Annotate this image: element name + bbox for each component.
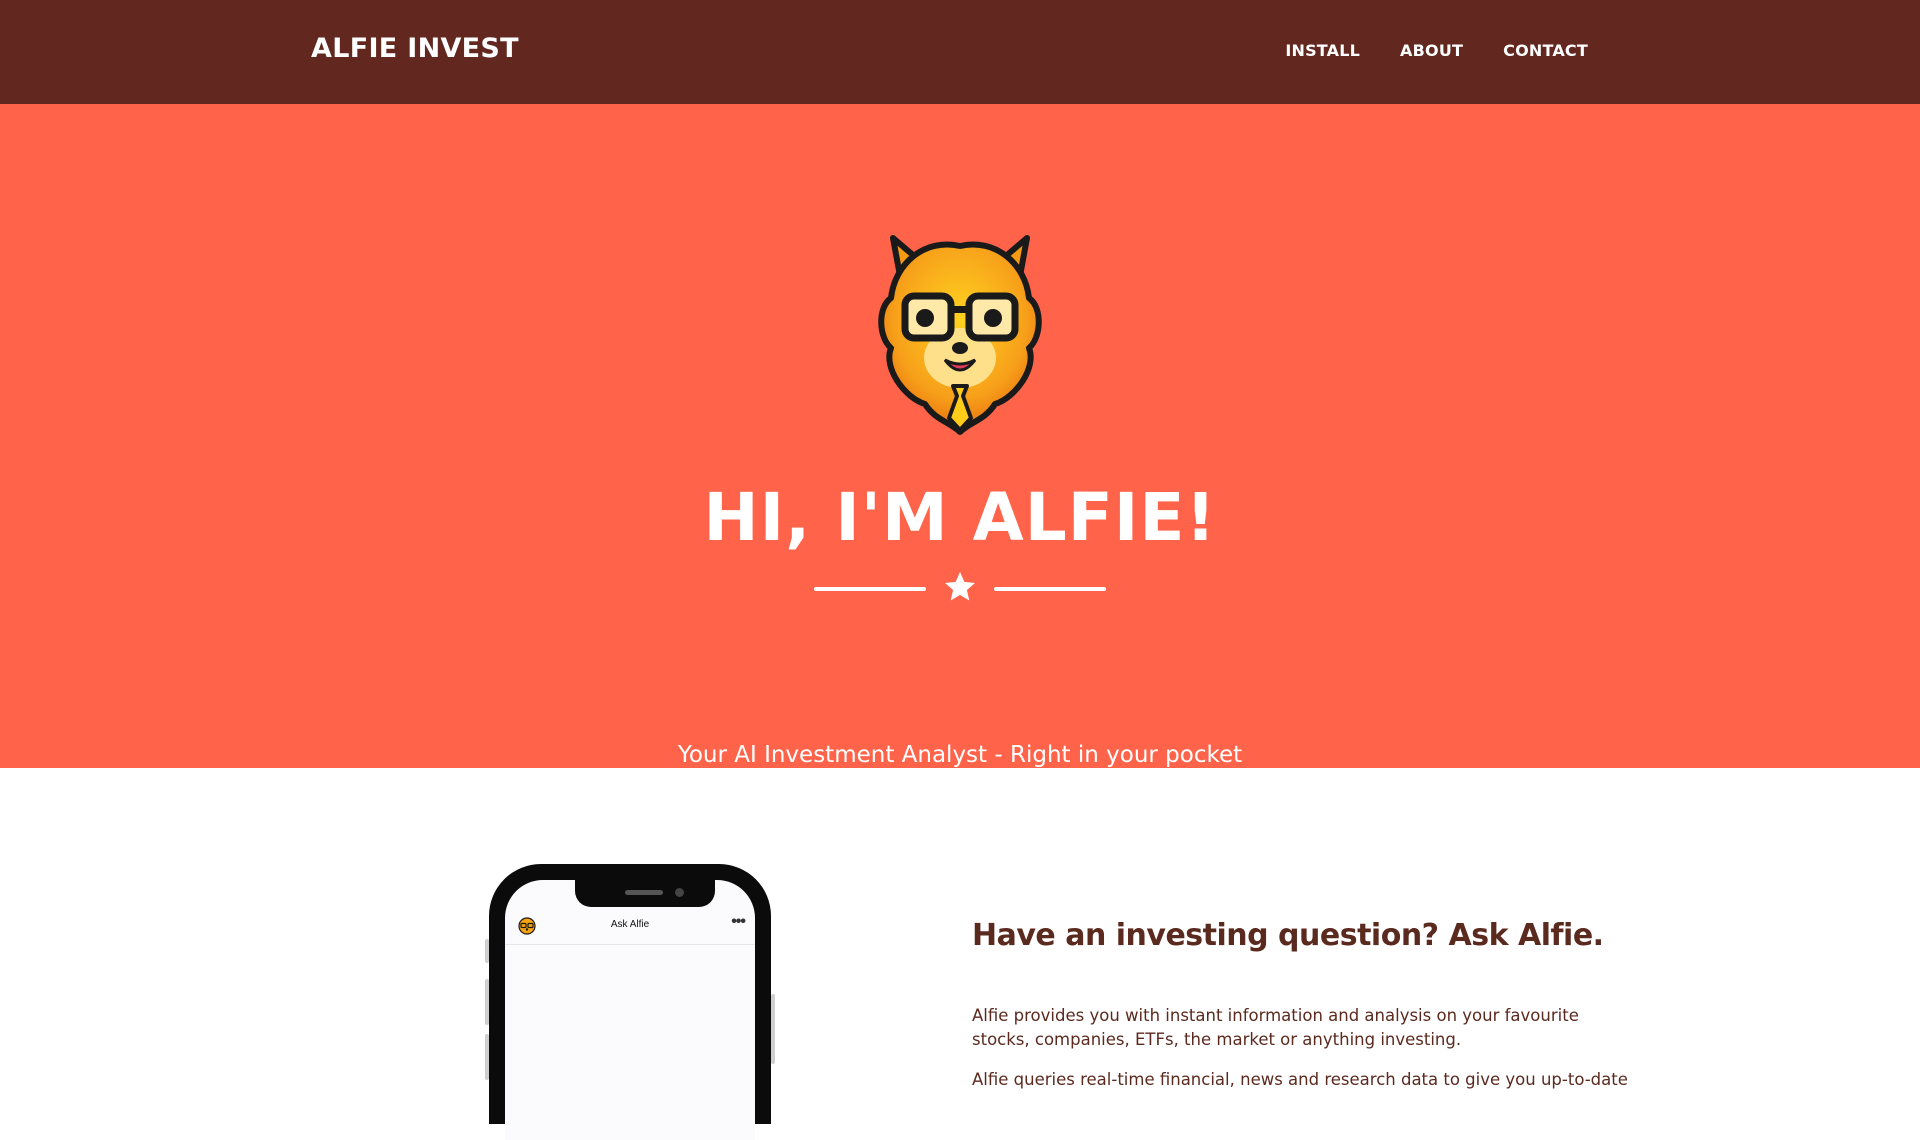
phone-side-button — [771, 994, 775, 1064]
star-icon — [945, 572, 975, 601]
hero-subtitle: Your AI Investment Analyst - Right in yo… — [677, 742, 1243, 768]
phone-screen: Ask Alfie ••• — [505, 880, 755, 1140]
divider-line-left — [814, 587, 926, 591]
hero-section: HI, I'M ALFIE! Your AI Investment Analys… — [0, 104, 1920, 768]
section-heading: Have an investing question? Ask Alfie. — [972, 918, 1604, 953]
hero-divider — [814, 565, 1106, 611]
phone-side-button — [485, 1034, 489, 1080]
more-dots-icon[interactable]: ••• — [731, 913, 746, 931]
divider-line-right — [994, 587, 1106, 591]
nav-link-about[interactable]: ABOUT — [1400, 41, 1463, 60]
phone-side-button — [485, 979, 489, 1025]
chat-header: Ask Alfie ••• — [505, 910, 755, 945]
top-navbar: ALFIE INVEST INSTALL ABOUT CONTACT — [0, 0, 1920, 104]
phone-camera — [675, 888, 684, 897]
section-paragraph: Alfie queries real-time financial, news … — [972, 1070, 1628, 1089]
main-nav: INSTALL ABOUT CONTACT — [1285, 41, 1588, 60]
section-paragraph: Alfie provides you with instant informat… — [972, 1006, 1579, 1049]
nav-link-install[interactable]: INSTALL — [1285, 41, 1360, 60]
dog-mascot-icon — [878, 235, 1042, 435]
phone-mockup: Ask Alfie ••• — [485, 864, 775, 1140]
chat-title: Ask Alfie — [610, 919, 650, 930]
nav-link-contact[interactable]: CONTACT — [1503, 41, 1588, 60]
hero-title: HI, I'M ALFIE! — [703, 479, 1217, 556]
phone-speaker — [625, 890, 663, 895]
phone-notch — [575, 880, 715, 907]
phone-side-button — [485, 939, 489, 963]
brand-logo-text[interactable]: ALFIE INVEST — [311, 33, 519, 64]
